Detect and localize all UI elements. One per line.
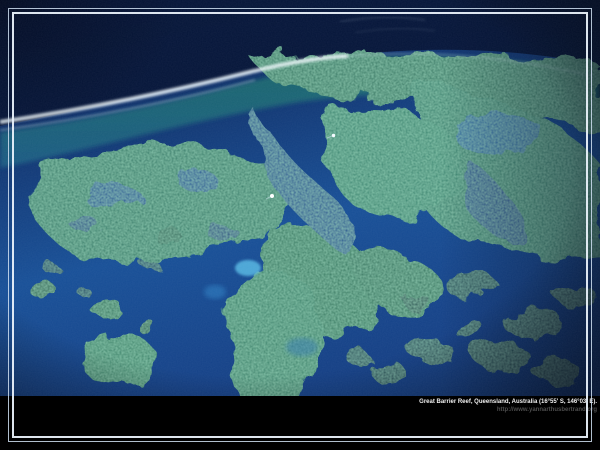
reef-aerial-photo xyxy=(0,0,600,396)
reef-photo-illustration xyxy=(0,0,600,396)
photo-caption-location: Great Barrier Reef, Queensland, Australi… xyxy=(0,398,597,406)
photo-grain xyxy=(0,0,600,396)
wallpaper: Great Barrier Reef, Queensland, Australi… xyxy=(0,0,600,450)
caption-bar: Great Barrier Reef, Queensland, Australi… xyxy=(0,396,600,450)
photo-credit-url: http://www.yannarthusbertrand.org xyxy=(0,406,597,414)
